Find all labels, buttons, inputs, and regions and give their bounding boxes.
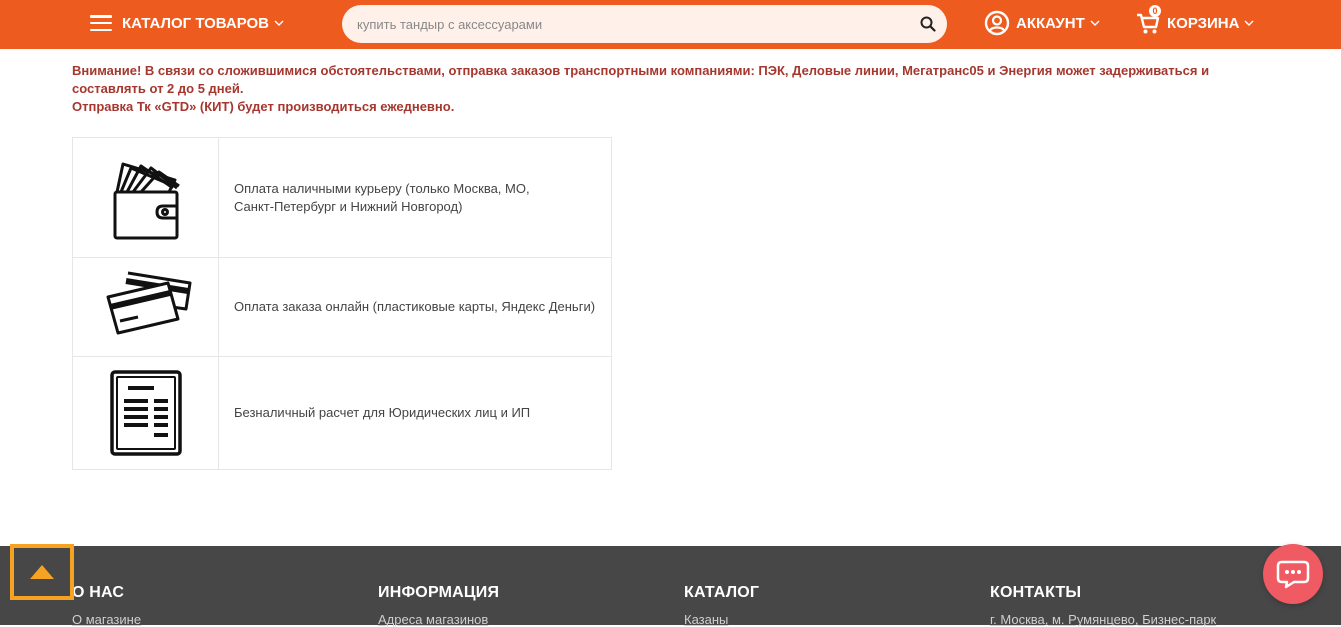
chevron-down-icon xyxy=(1244,20,1254,26)
payment-text-line: Санкт-Петербург и Нижний Новгород) xyxy=(234,198,463,214)
footer-heading: КАТАЛОГ xyxy=(684,584,760,601)
payment-text-line: Оплата заказа онлайн (пластиковые карты,… xyxy=(234,299,596,314)
chevron-down-icon xyxy=(274,20,284,26)
payment-row-online: Оплата заказа онлайн (пластиковые карты,… xyxy=(73,258,611,357)
payment-methods-table: Оплата наличными курьеру (только Москва,… xyxy=(72,137,612,470)
payment-icon-cell xyxy=(73,258,219,356)
site-footer: О НАС О магазине ИНФОРМАЦИЯ Адреса магаз… xyxy=(0,546,1341,627)
notice-line-2: Отправка Тк «GTD» (КИТ) будет производит… xyxy=(72,99,455,114)
payment-row-cash: Оплата наличными курьеру (только Москва,… xyxy=(73,138,611,258)
shipping-notice: Внимание! В связи со сложившимися обстоя… xyxy=(72,62,1232,116)
footer-column-about: О НАС О магазине xyxy=(72,584,141,627)
footer-heading: ИНФОРМАЦИЯ xyxy=(378,584,500,601)
cart-icon: 0 xyxy=(1135,5,1161,36)
arrow-up-icon xyxy=(30,565,54,579)
cart-label: КОРЗИНА xyxy=(1167,14,1240,32)
site-header: КАТАЛОГ ТОВАРОВ АККАУНТ 0 КОРЗИНА xyxy=(0,0,1341,49)
payment-text-line: Оплата наличными курьеру (только Москва,… xyxy=(234,180,530,196)
search-input[interactable] xyxy=(342,5,909,43)
scroll-to-top-button[interactable] xyxy=(10,544,74,600)
cart-count-badge: 0 xyxy=(1149,5,1161,17)
payment-description: Безналичный расчет для Юридических лиц и… xyxy=(219,357,611,469)
footer-column-contacts: КОНТАКТЫ г. Москва, м. Румянцево, Бизнес… xyxy=(990,584,1216,627)
payment-icon-cell xyxy=(73,357,219,469)
footer-heading: О НАС xyxy=(72,584,125,601)
notice-line-1: Внимание! В связи со сложившимися обстоя… xyxy=(72,63,1210,96)
invoice-icon xyxy=(109,370,182,456)
payment-description: Оплата заказа онлайн (пластиковые карты,… xyxy=(219,258,611,356)
chevron-down-icon xyxy=(1090,20,1100,26)
payment-icon-cell xyxy=(73,138,219,257)
user-circle-icon xyxy=(984,10,1010,36)
payment-description: Оплата наличными курьеру (только Москва,… xyxy=(219,138,611,257)
chat-button[interactable] xyxy=(1263,544,1323,604)
payment-row-invoice: Безналичный расчет для Юридических лиц и… xyxy=(73,357,611,469)
footer-column-info: ИНФОРМАЦИЯ Адреса магазинов xyxy=(378,584,499,627)
footer-heading: КОНТАКТЫ xyxy=(990,584,1082,601)
credit-cards-icon xyxy=(106,271,191,335)
catalog-menu-button[interactable]: КАТАЛОГ ТОВАРОВ xyxy=(90,0,284,46)
cart-button[interactable]: 0 КОРЗИНА xyxy=(1135,0,1254,46)
account-label: АККАУНТ xyxy=(1016,14,1085,32)
footer-column-catalog: КАТАЛОГ Казаны xyxy=(684,584,759,627)
hamburger-icon xyxy=(90,15,112,31)
catalog-menu-label: КАТАЛОГ ТОВАРОВ xyxy=(122,14,270,32)
account-button[interactable]: АККАУНТ xyxy=(984,0,1100,46)
wallet-icon xyxy=(113,162,180,239)
chat-bubble-icon xyxy=(1276,560,1310,589)
payment-text-line: Безналичный расчет для Юридических лиц и… xyxy=(234,405,531,420)
search-bar xyxy=(342,5,947,43)
search-icon[interactable] xyxy=(909,5,947,43)
